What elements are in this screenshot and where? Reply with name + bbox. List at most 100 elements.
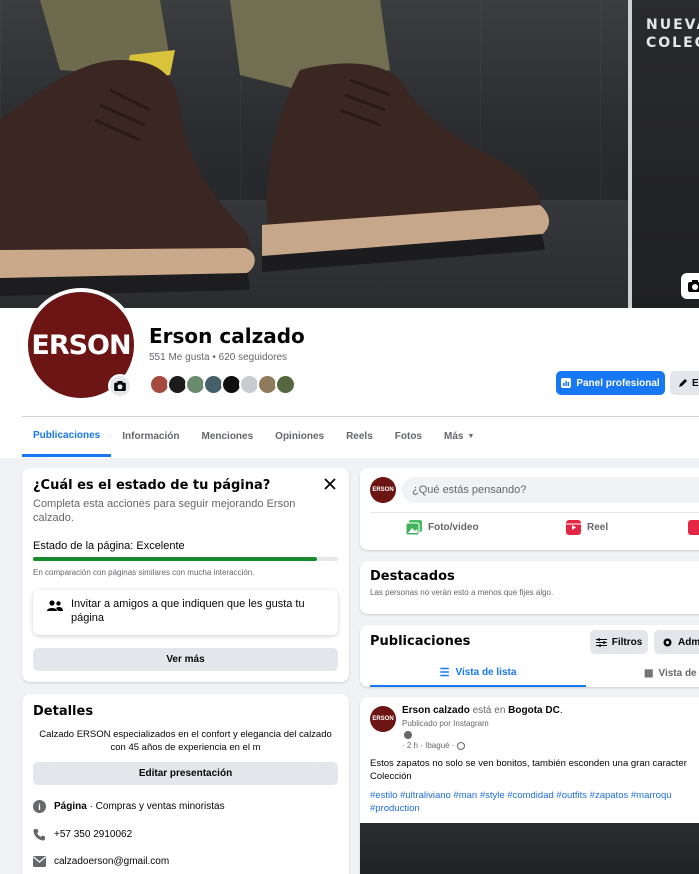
profile-tabs: Publicaciones Información Menciones Opin…: [22, 417, 485, 457]
grid-icon: ▦: [644, 667, 654, 679]
professional-dashboard-button[interactable]: Panel profesional: [556, 371, 665, 395]
details-bio: Calzado ERSON especializados en el confo…: [39, 729, 332, 753]
post-author-line: Erson calzado está en Bogota DC.: [402, 705, 563, 716]
filters-button[interactable]: Filtros: [590, 630, 648, 654]
category-label: Página: [54, 801, 87, 812]
featured-subtitle: Las personas no verán esto a menos que f…: [370, 588, 554, 597]
cover-photo[interactable]: NUEVA COLEC: [0, 0, 699, 308]
post-author-avatar[interactable]: ERSON: [370, 706, 396, 732]
detail-category: i Página · Compras y ventas minoristas: [33, 800, 225, 813]
composer-card: ERSON ¿Qué estás pensando? Foto/video Re…: [360, 468, 699, 550]
page-root: NUEVA COLEC ERSON Erson calzado 551 Me g…: [0, 0, 699, 874]
filter-icon: [595, 637, 607, 647]
detail-phone: +57 350 2910062: [33, 828, 132, 841]
post-meta-text: · 2 h · Ibagué ·: [402, 741, 455, 750]
mail-icon: [33, 856, 46, 867]
list-icon: ☰: [439, 666, 450, 679]
edit-intro-button[interactable]: Editar presentación: [33, 762, 338, 785]
detail-email: calzadoerson@gmail.com: [33, 856, 169, 867]
tab-reels[interactable]: Reels: [335, 417, 384, 457]
professional-dashboard-label: Panel profesional: [576, 377, 660, 389]
globe-icon: [457, 741, 466, 750]
close-icon[interactable]: [322, 476, 338, 492]
list-view-tab[interactable]: ☰ Vista de lista: [370, 659, 586, 687]
post-location-suffix: .: [559, 705, 563, 716]
invite-friends-text: Invitar a amigos a que indiquen que les …: [71, 598, 305, 624]
tab-publicaciones[interactable]: Publicaciones: [22, 417, 112, 457]
follower-avatar[interactable]: [275, 374, 296, 395]
chevron-down-icon: ▼: [467, 433, 475, 440]
avatar-logo-text: ERSON: [31, 329, 131, 361]
page-title: Erson calzado: [149, 324, 305, 348]
pencil-icon: [679, 379, 687, 387]
cover-overlay-line-1: NUEVA: [646, 17, 699, 33]
details-card: Detalles Calzado ERSON especializados en…: [22, 694, 349, 874]
follower-avatars[interactable]: [149, 374, 296, 396]
photo-icon: [406, 520, 422, 535]
post-hashtags[interactable]: #estilo #ultraliviano #man #style #comdi…: [370, 789, 699, 815]
cover-overlay-line-2: COLEC: [646, 35, 699, 51]
manage-posts-button[interactable]: Adm: [654, 630, 699, 654]
status-progress-fill: [33, 557, 317, 561]
phone-icon: [33, 829, 45, 841]
post-location[interactable]: Bogota DC: [508, 705, 560, 716]
composer-input[interactable]: ¿Qué estás pensando?: [402, 477, 699, 503]
cover-boots-illustration: [0, 0, 549, 296]
reel-button[interactable]: Reel: [566, 520, 608, 535]
post-location-prefix: está en: [469, 705, 509, 716]
tab-mas[interactable]: Más ▼: [433, 417, 485, 457]
status-comparison: En comparación con páginas similares con…: [33, 568, 255, 577]
see-more-button[interactable]: Ver más: [33, 648, 338, 671]
photo-video-button[interactable]: Foto/video: [406, 520, 479, 535]
edit-page-button[interactable]: E: [670, 371, 699, 395]
posts-title: Publicaciones: [370, 634, 471, 649]
tab-mas-label: Más: [443, 431, 464, 442]
reel-label: Reel: [587, 522, 609, 533]
info-icon: [404, 731, 412, 739]
status-card-subtitle: Completa esta acciones para seguir mejor…: [33, 498, 296, 524]
post-card: ERSON Erson calzado está en Bogota DC. P…: [360, 697, 699, 874]
people-icon: [47, 600, 63, 611]
details-title: Detalles: [33, 704, 94, 719]
grid-view-label: Vista de c: [658, 667, 699, 679]
gear-icon: [663, 638, 672, 646]
phone-number: +57 350 2910062: [54, 829, 133, 840]
status-progress-track: [33, 557, 338, 561]
info-icon: i: [33, 800, 46, 813]
tab-fotos[interactable]: Fotos: [384, 417, 433, 457]
composer-avatar[interactable]: ERSON: [370, 477, 396, 503]
page-status-card: ¿Cuál es el estado de tu página? Complet…: [22, 468, 349, 682]
category-text: Página · Compras y ventas minoristas: [54, 801, 225, 812]
photo-video-label: Foto/video: [428, 522, 479, 533]
email-address: calzadoerson@gmail.com: [54, 856, 170, 867]
post-text: Estos zapatos no solo se ven bonitos, ta…: [370, 758, 687, 782]
camera-icon: [688, 280, 699, 292]
edit-avatar-button[interactable]: [108, 374, 132, 398]
cover-overlay-text: NUEVA COLEC: [646, 16, 699, 52]
featured-title: Destacados: [370, 569, 455, 584]
manage-posts-label: Adm: [678, 636, 699, 648]
tab-informacion[interactable]: Información: [111, 417, 190, 457]
category-value: · Compras y ventas minoristas: [86, 801, 225, 812]
reel-icon: [566, 520, 581, 535]
posts-header-card: Publicaciones Filtros Adm ☰ Vista de lis…: [360, 625, 699, 687]
chart-icon: [561, 378, 572, 388]
list-view-label: Vista de lista: [455, 666, 517, 678]
page-stats[interactable]: 551 Me gusta • 620 seguidores: [149, 352, 287, 363]
tab-menciones[interactable]: Menciones: [190, 417, 264, 457]
post-author-name[interactable]: Erson calzado: [402, 705, 470, 716]
filters-label: Filtros: [611, 636, 643, 648]
status-card-title: ¿Cuál es el estado de tu página?: [33, 478, 271, 493]
featured-card: Destacados Las personas no verán esto a …: [360, 561, 699, 614]
post-media[interactable]: [360, 823, 699, 874]
edit-page-label: E: [692, 377, 699, 389]
tab-opiniones[interactable]: Opiniones: [264, 417, 335, 457]
status-label: Estado de la página: Excelente: [33, 540, 185, 552]
live-video-icon[interactable]: [688, 520, 699, 535]
grid-view-tab[interactable]: ▦ Vista de c: [644, 659, 699, 687]
post-meta[interactable]: · 2 h · Ibagué ·: [402, 741, 466, 750]
invite-friends-prompt[interactable]: Invitar a amigos a que indiquen que les …: [33, 590, 338, 635]
post-published-via: Publicado por Instagram: [402, 719, 489, 728]
edit-cover-button[interactable]: [681, 273, 699, 299]
composer-divider: [370, 512, 699, 513]
